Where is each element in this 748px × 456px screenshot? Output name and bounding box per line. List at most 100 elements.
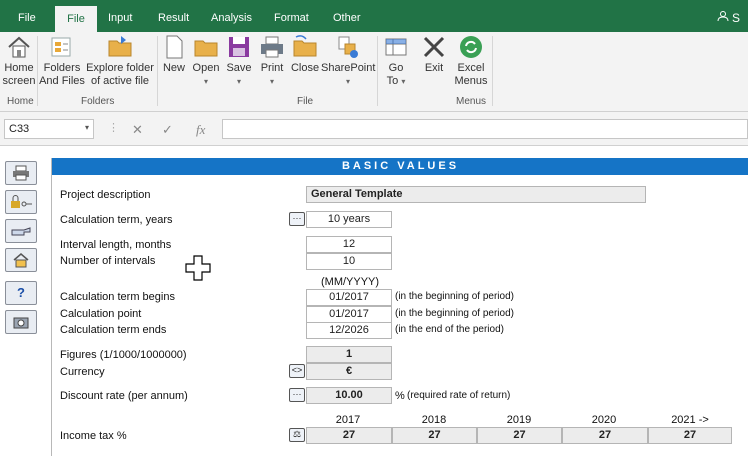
term-begins-field[interactable]: 01/2017 [306,289,392,306]
calc-term-label: Calculation term, years [60,214,173,226]
income-tax-cell[interactable]: 27 [562,427,648,444]
formula-input[interactable] [222,119,748,139]
date-format-hint: (MM/YYYY) [321,276,380,288]
insert-function-button[interactable]: fx [196,122,205,138]
income-tax-cell[interactable]: 27 [392,427,477,444]
tab-analysis[interactable]: Analysis [211,12,252,24]
project-description-field[interactable]: General Template [306,186,646,203]
worksheet: ? BASIC VALUES Project description Gener… [0,146,748,456]
calc-point-label: Calculation point [60,308,142,320]
discount-rate-label: Discount rate (per annum) [60,390,188,402]
go-to-button[interactable]: Go To ▾ [381,34,411,88]
num-intervals-field[interactable]: 10 [306,253,392,270]
home-side-button[interactable] [5,248,37,272]
camera-side-button[interactable] [5,310,37,334]
print-button[interactable]: Print ▾ [257,34,287,88]
excel-menus-button[interactable]: Excel Menus [452,34,490,88]
group-label-file: File [297,96,314,107]
formula-bar-grip: ⋮ [108,122,119,134]
tab-format[interactable]: Format [274,12,309,24]
name-box[interactable]: C33 ▾ [4,119,94,139]
chevron-down-icon: ▾ [269,77,274,86]
currency-label: Currency [60,366,105,378]
year-header: 2017 [335,414,361,426]
grid-goto-icon [383,34,409,60]
chevron-down-icon[interactable]: ▾ [85,123,89,132]
calc-term-field[interactable]: 10 years [306,211,392,228]
sharepoint-button[interactable]: SharePoint ▾ [321,34,375,88]
income-tax-label: Income tax % [60,430,127,442]
year-header: 2021 -> [671,414,709,426]
formula-bar: C33 ▾ ⋮ ✕ ✓ fx [0,112,748,146]
open-button[interactable]: Open ▾ [190,34,222,88]
tab-file-active[interactable]: File [55,6,97,33]
ribbon: Home screen Home Folders And Files Explo… [0,32,748,112]
term-ends-label: Calculation term ends [60,324,167,336]
figures-field[interactable]: 1 [306,346,392,363]
sharepoint-icon [335,34,361,60]
confirm-entry-icon[interactable]: ✓ [162,122,173,138]
ribbon-separator [492,36,493,106]
num-intervals-label: Number of intervals [60,255,156,267]
formula-buttons: ✕ ✓ fx [122,119,218,139]
tab-result[interactable]: Result [158,12,189,24]
close-button[interactable]: Close [290,34,320,75]
tab-file-backstage[interactable]: File [18,12,36,24]
basic-values-panel: BASIC VALUES Project description General… [51,158,748,456]
group-label-menus: Menus [456,96,487,107]
folders-and-files-button[interactable]: Folders And Files [39,34,85,88]
goto-label-1: Go [388,62,404,74]
term-begins-note: (in the beginning of period) [395,291,514,302]
term-ends-field[interactable]: 12/2026 [306,322,392,339]
folder-open-icon [107,34,133,60]
user-initial: S [731,11,740,25]
chevron-down-icon: ▾ [203,77,208,86]
ribbon-separator [377,36,378,106]
close-label: Close [290,62,320,74]
open-label: Open [192,62,220,74]
goto-label-2: To [386,75,399,87]
income-tax-cell[interactable]: 27 [477,427,562,444]
figures-label: Figures (1/1000/1000000) [60,349,187,361]
home-label-1: Home [4,62,34,74]
interval-length-field[interactable]: 12 [306,236,392,253]
group-label-home: Home [7,96,34,107]
sharepoint-label: SharePoint [321,62,376,74]
project-description-label: Project description [60,189,151,201]
currency-field[interactable]: € [306,363,392,380]
save-icon [226,34,252,60]
tab-other[interactable]: Other [333,12,361,24]
scales-icon[interactable]: ⚖ [289,428,305,442]
income-tax-cell[interactable]: 27 [648,427,732,444]
print-side-button[interactable] [5,161,37,185]
excel-label-1: Excel [457,62,485,74]
print-label: Print [260,62,284,74]
currency-switch-button[interactable]: <> [289,364,305,378]
open-folder-icon [193,34,219,60]
protect-side-button[interactable] [5,190,37,214]
tab-input[interactable]: Input [108,12,132,24]
calc-term-picker-button[interactable]: ··· [289,212,305,226]
discount-rate-field[interactable]: 10.00 [306,387,392,404]
pointing-hand-icon [11,227,31,236]
calc-point-field[interactable]: 01/2017 [306,306,392,323]
explore-folder-button[interactable]: Explore folder of active file [85,34,155,88]
exit-button[interactable]: Exit [419,34,449,75]
discount-picker-button[interactable]: ··· [289,388,305,402]
explore-label-1: Explore folder [86,62,154,74]
question-icon: ? [17,285,25,300]
discount-unit: % [395,390,405,402]
pointer-side-button[interactable] [5,219,37,243]
help-side-button[interactable]: ? [5,281,37,305]
income-tax-cell[interactable]: 27 [306,427,392,444]
close-icon [421,34,447,60]
refresh-icon [458,34,484,60]
user-account[interactable]: S [717,10,740,25]
term-ends-note: (in the end of the period) [395,324,504,335]
year-header: 2018 [421,414,447,426]
home-screen-button[interactable]: Home screen [2,34,36,88]
group-label-folders: Folders [81,96,115,107]
new-button[interactable]: New [160,34,188,75]
cancel-entry-icon[interactable]: ✕ [132,122,143,138]
save-button[interactable]: Save ▾ [224,34,254,88]
